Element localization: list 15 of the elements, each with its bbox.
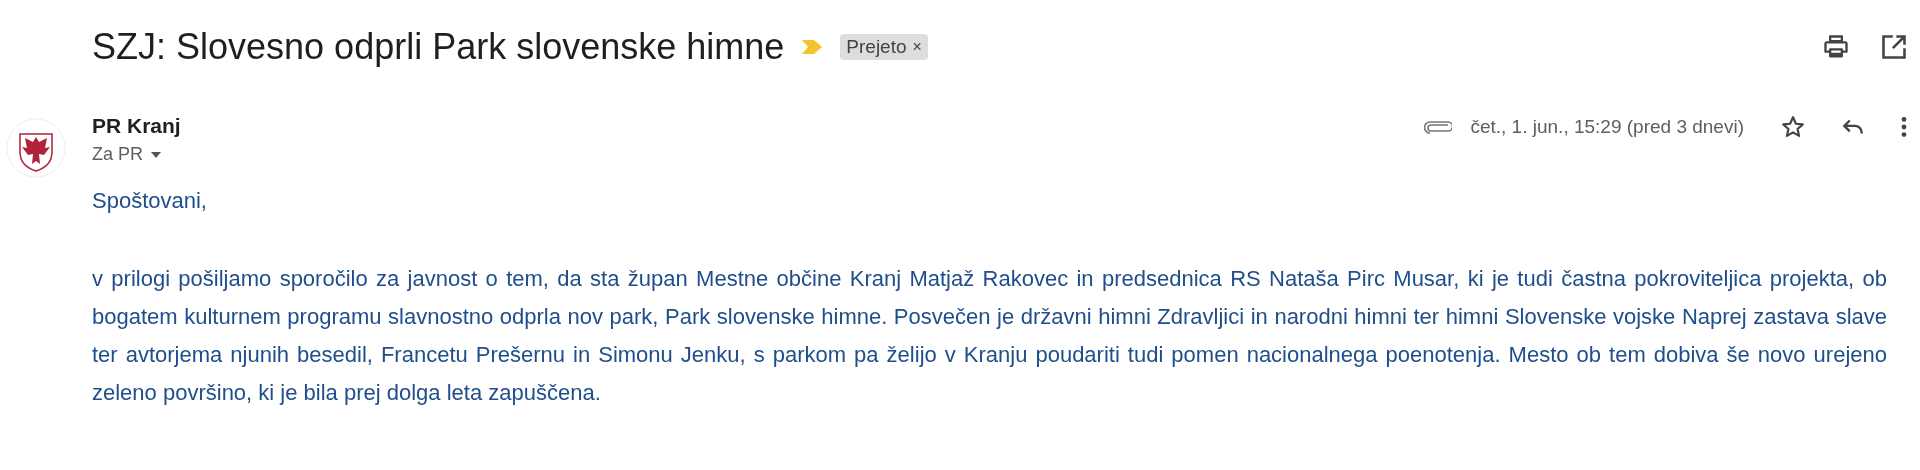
- label-text: Prejeto: [846, 36, 907, 58]
- attachment-icon: [1424, 120, 1453, 134]
- open-in-new-window-icon[interactable]: [1880, 33, 1908, 61]
- recipient-dropdown[interactable]: Za PR: [92, 144, 181, 165]
- body-paragraph: v prilogi pošiljamo sporočilo za javnost o tem, da sta župan Mestne občine Kranj Matjaž Rakovec in predsednica RS Nataša Pirc Musar, ki je tudi častna pokroviteljica projekta, ob bogatem kulturnem programu slavnostno odprla nov park, Park slovenske himne. Posvečen je državni himni Zdravljici in narodni himni ter himni Slovenske vojske Naprej zastava slave ter avtorjema njunih besedil, Francetu Prešernu in Simonu Jenku, s parkom pa želijo v Kranju poudariti tudi pomen nacionalnega poenotenja. Mesto ob tem dobiva še novo urejeno zeleno površino, ki je bila prej dolga leta zapuščena.: [92, 265, 1887, 407]
- importance-marker-icon[interactable]: [802, 40, 823, 54]
- more-options-icon[interactable]: [1900, 114, 1908, 140]
- star-icon[interactable]: [1780, 114, 1806, 140]
- remove-label-button[interactable]: ×: [912, 38, 922, 56]
- email-subject: SZJ: Slovesno odprli Park slovenske himne: [92, 26, 785, 68]
- sender-name: PR Kranj: [92, 114, 181, 138]
- message-date: čet., 1. jun., 15:29 (pred 3 dnevi): [1470, 116, 1744, 138]
- caret-icon: [151, 151, 161, 158]
- body-paragraph: Spoštovani,: [92, 187, 208, 215]
- print-icon[interactable]: [1822, 33, 1850, 61]
